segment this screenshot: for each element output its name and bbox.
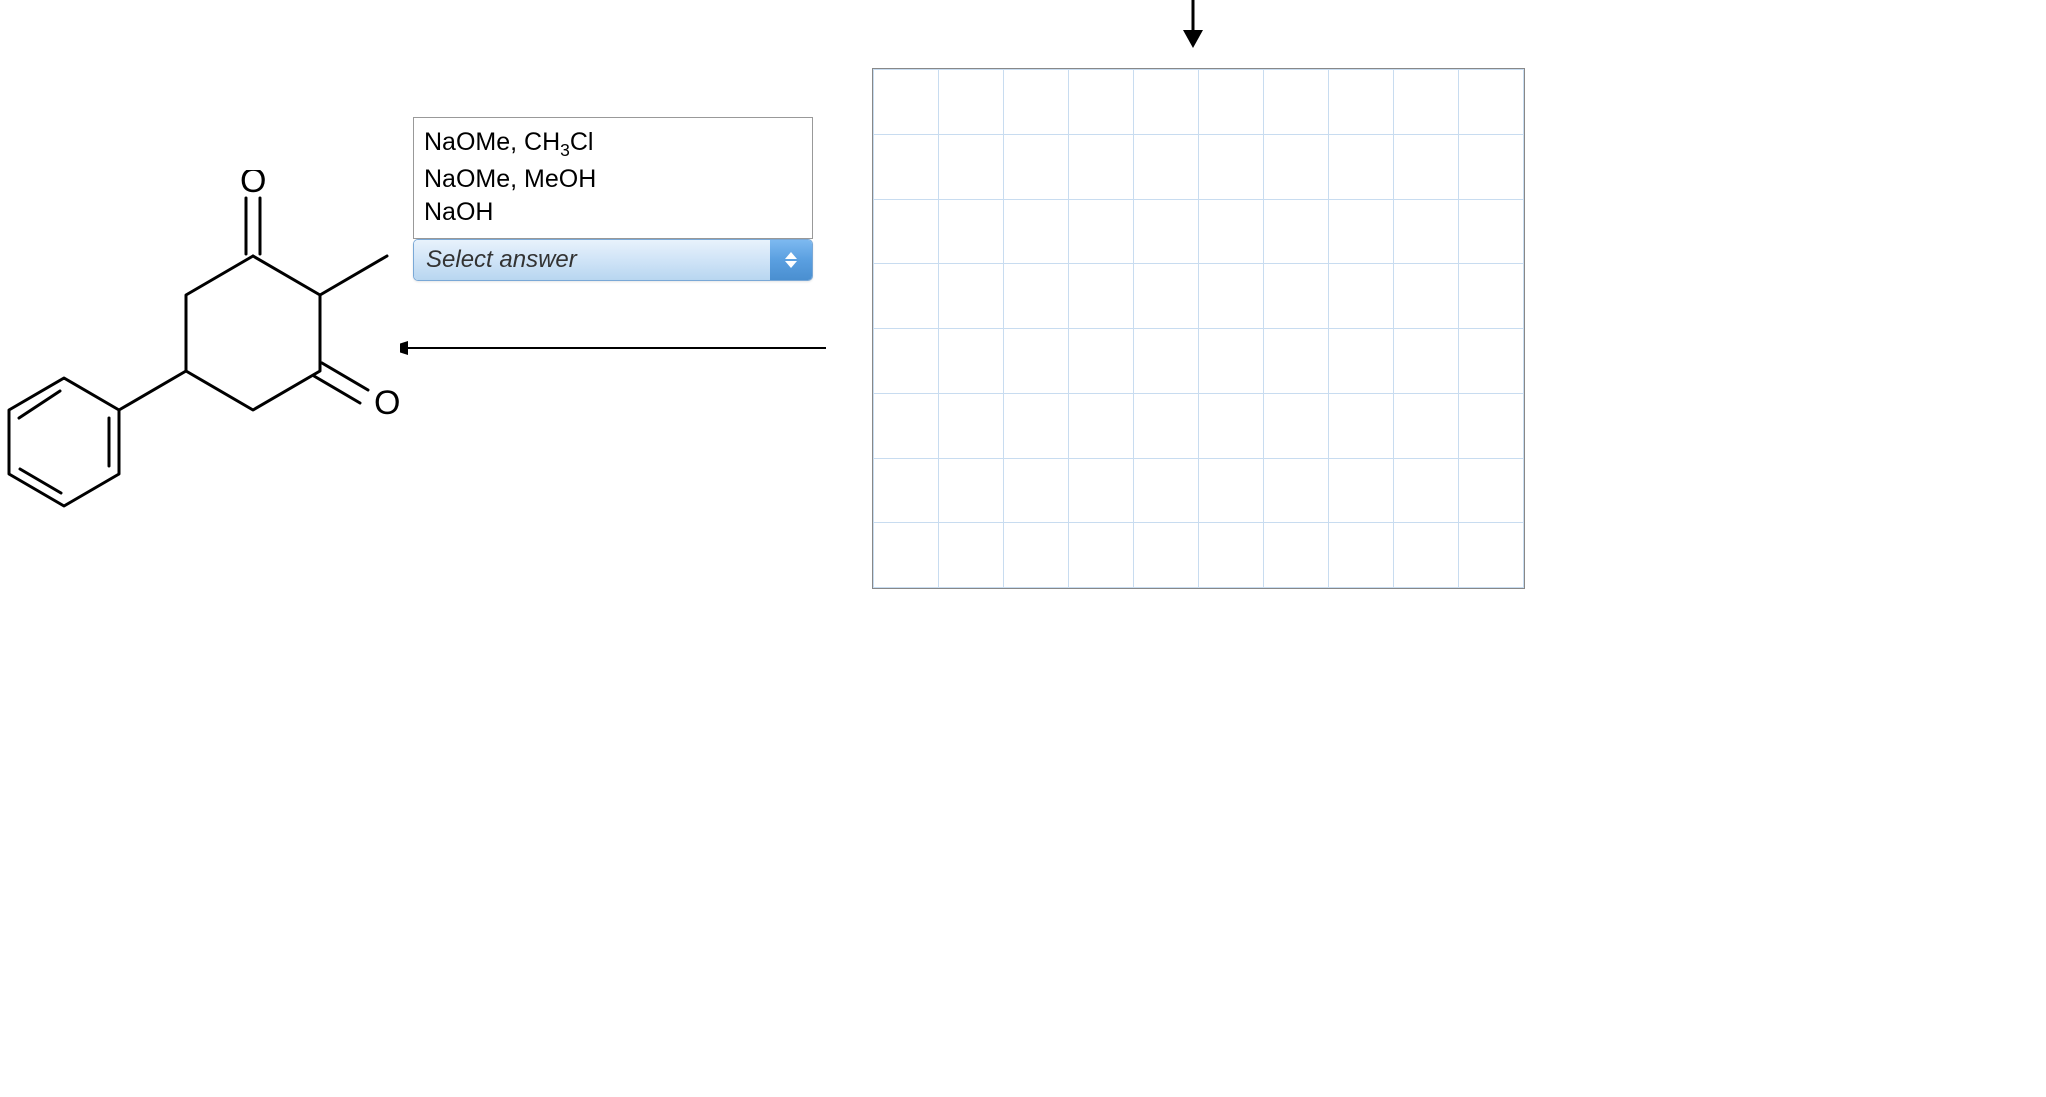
dropdown-option-1[interactable]: NaOMe, CH3Cl bbox=[424, 126, 802, 163]
svg-text:O: O bbox=[240, 170, 266, 200]
reaction-arrow-left-icon bbox=[386, 333, 826, 363]
option1-sub: 3 bbox=[560, 140, 570, 160]
dropdown-option-2[interactable]: NaOMe, MeOH bbox=[424, 163, 802, 197]
option1-post: Cl bbox=[570, 128, 594, 156]
dropdown-option-3[interactable]: NaOH bbox=[424, 196, 802, 230]
dropdown-arrows-icon bbox=[770, 240, 812, 280]
reagent-dropdown-area: NaOMe, CH3Cl NaOMe, MeOH NaOH Select ans… bbox=[413, 117, 813, 281]
svg-text:O: O bbox=[374, 384, 400, 422]
dropdown-options-list[interactable]: NaOMe, CH3Cl NaOMe, MeOH NaOH bbox=[413, 117, 813, 239]
top-down-arrow-icon bbox=[1173, 0, 1213, 50]
option1-pre: NaOMe, CH bbox=[424, 128, 560, 156]
drawing-grid-canvas[interactable] bbox=[872, 68, 1525, 589]
dropdown-placeholder: Select answer bbox=[414, 240, 770, 280]
dropdown-select-button[interactable]: Select answer bbox=[413, 239, 813, 281]
molecule-overlay: O O bbox=[0, 170, 400, 590]
grid-table bbox=[873, 69, 1524, 588]
